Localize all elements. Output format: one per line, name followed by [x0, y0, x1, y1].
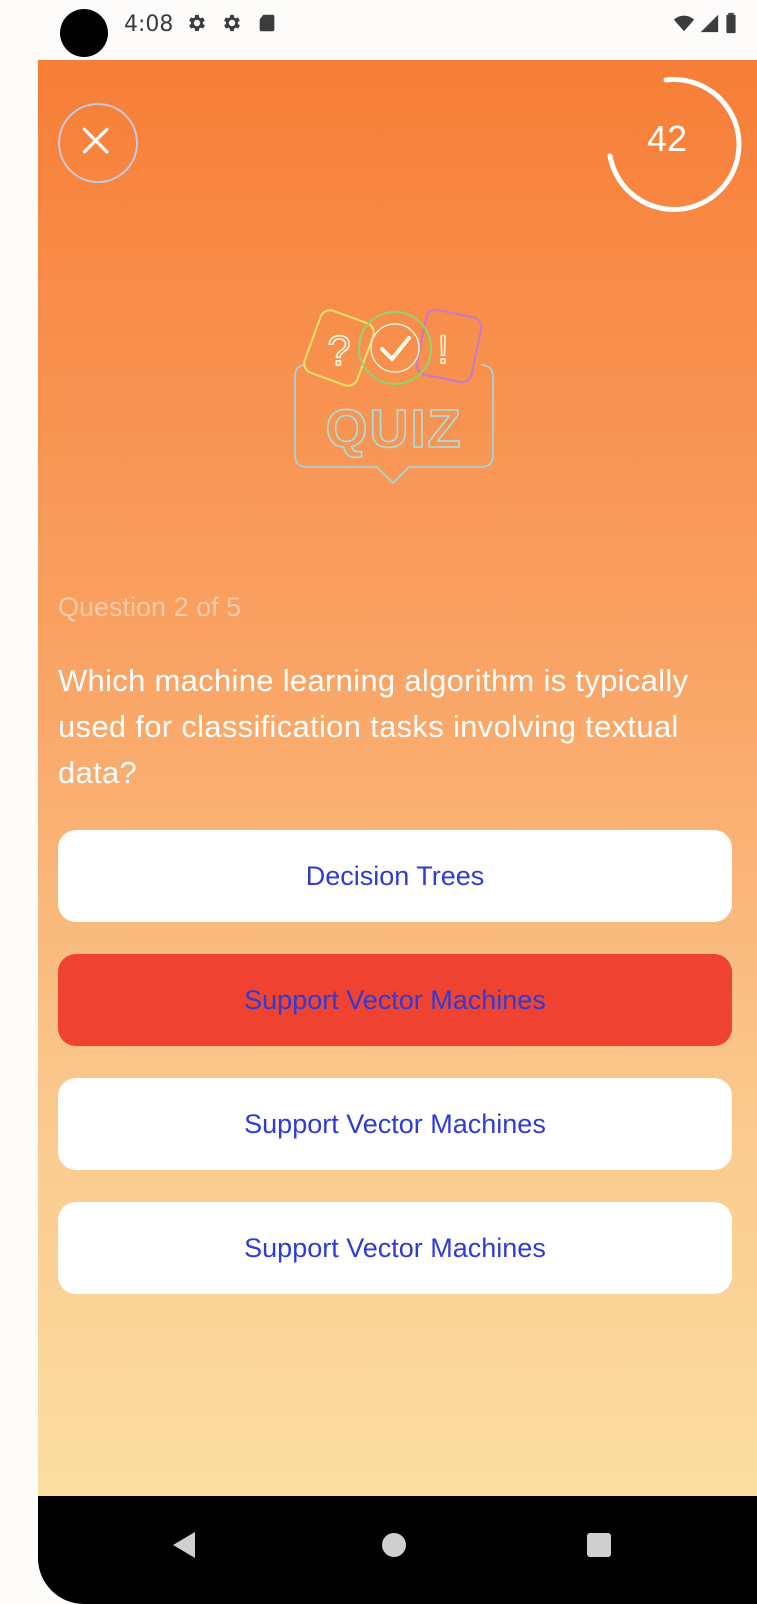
status-time: 4:08 — [124, 12, 174, 37]
wifi-icon — [673, 15, 695, 32]
settings-icon — [189, 14, 205, 32]
home-icon[interactable] — [382, 1533, 406, 1557]
question-counter: Question 2 of 5 — [58, 592, 242, 622]
phone-screen: 42 ? ! QUIZ Question 2 of 5 Which machin… — [38, 60, 757, 1604]
answer-option-2[interactable]: Support Vector Machines — [58, 954, 732, 1046]
signal-icon — [700, 14, 719, 33]
battery-icon — [726, 12, 736, 34]
recent-apps-icon[interactable] — [587, 1533, 611, 1557]
sd-card-icon — [259, 14, 275, 32]
quiz-logo: ? ! QUIZ — [294, 308, 494, 485]
question-text: Which machine learning algorithm is typi… — [58, 663, 689, 790]
answer-option-1[interactable]: Decision Trees — [58, 830, 732, 922]
timer-value: 42 — [646, 118, 688, 159]
svg-text:?: ? — [327, 327, 350, 374]
back-icon[interactable] — [173, 1532, 195, 1558]
close-icon — [82, 127, 109, 154]
svg-text:!: ! — [437, 328, 448, 372]
close-button[interactable] — [58, 103, 138, 183]
svg-text:QUIZ: QUIZ — [326, 399, 463, 459]
answer-option-3[interactable]: Support Vector Machines — [58, 1078, 732, 1170]
quiz-screen: 42 ? ! QUIZ Question 2 of 5 Which machin… — [38, 60, 757, 1530]
camera-cutout — [60, 9, 108, 57]
answer-option-4[interactable]: Support Vector Machines — [58, 1202, 732, 1294]
status-bar: 4:08 — [0, 0, 757, 60]
navigation-bar — [38, 1496, 757, 1604]
settings-icon — [224, 14, 240, 32]
